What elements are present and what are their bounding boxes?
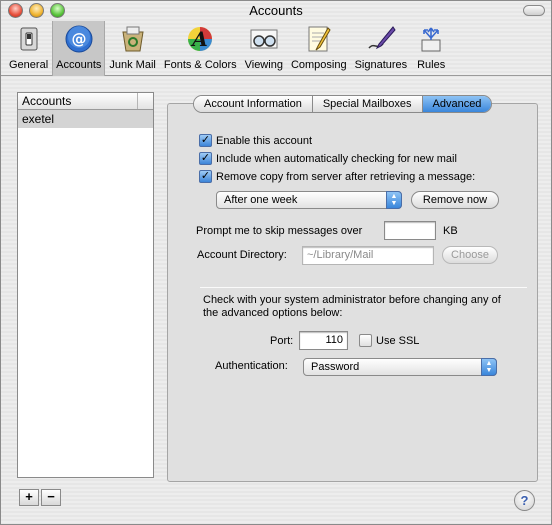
enable-account-checkbox[interactable]: ✓	[199, 134, 212, 147]
remove-now-button[interactable]: Remove now	[411, 191, 499, 209]
svg-text:@: @	[71, 30, 86, 48]
preferences-toolbar: General @ Accounts Junk Mail A Fonts & C…	[1, 21, 551, 76]
enable-account-option[interactable]: ✓ Enable this account	[199, 134, 312, 147]
add-account-button[interactable]: +	[19, 489, 39, 506]
toolbar-junk-mail[interactable]: Junk Mail	[105, 21, 159, 76]
prompt-skip-label: Prompt me to skip messages over	[196, 225, 363, 237]
toolbar-viewing[interactable]: Viewing	[241, 21, 287, 76]
accounts-list[interactable]: Accounts exetel	[17, 92, 154, 478]
remove-account-button[interactable]: −	[41, 489, 61, 506]
toolbar-label: Rules	[417, 59, 446, 71]
admin-warning-text: Check with your system administrator bef…	[203, 294, 501, 319]
title-bar: Accounts	[1, 1, 551, 21]
authentication-popup[interactable]: Password ▲ ▼	[303, 358, 497, 376]
popup-arrows-icon: ▲ ▼	[386, 191, 402, 209]
account-directory-field[interactable]: ~/Library/Mail	[302, 246, 434, 265]
popup-arrows-icon: ▲ ▼	[481, 358, 497, 376]
glasses-icon	[248, 24, 280, 54]
remove-copy-label: Remove copy from server after retrieving…	[216, 170, 476, 183]
toolbar-general[interactable]: General	[5, 21, 52, 76]
port-label: Port:	[270, 335, 294, 347]
column-separator	[137, 93, 153, 109]
include-check-checkbox[interactable]: ✓	[199, 152, 212, 165]
accounts-column-title: Accounts	[22, 94, 72, 108]
remove-after-popup[interactable]: After one week ▲ ▼	[216, 191, 402, 209]
toolbar-signatures[interactable]: Signatures	[351, 21, 412, 76]
switch-icon	[13, 24, 45, 54]
rules-arrows-icon	[415, 24, 447, 54]
use-ssl-checkbox[interactable]	[359, 334, 372, 347]
enable-account-label: Enable this account	[216, 134, 313, 147]
authentication-label: Authentication:	[215, 360, 288, 372]
choose-directory-button[interactable]: Choose	[442, 246, 498, 264]
remove-copy-option[interactable]: ✓ Remove copy from server after retrievi…	[199, 170, 475, 183]
toolbar-label: Junk Mail	[109, 59, 156, 71]
account-directory-label: Account Directory:	[197, 249, 287, 261]
include-check-label: Include when automatically checking for …	[216, 152, 457, 165]
mail-preferences-window: Accounts General @ Accounts Junk Mail A	[0, 0, 552, 525]
remove-after-value: After one week	[224, 194, 298, 206]
use-ssl-option[interactable]: Use SSL	[359, 334, 419, 347]
use-ssl-label: Use SSL	[376, 334, 420, 347]
toolbar-label: Viewing	[244, 59, 283, 71]
toolbar-toggle-button[interactable]	[523, 5, 545, 16]
pencil-paper-icon	[303, 24, 335, 54]
kb-unit-label: KB	[443, 225, 458, 237]
pen-icon	[365, 24, 397, 54]
account-row-exetel[interactable]: exetel	[18, 110, 153, 128]
svg-text:A: A	[190, 27, 208, 51]
account-tabs: Account Information Special Mailboxes Ad…	[193, 95, 493, 113]
toolbar-label: General	[9, 59, 49, 71]
accounts-list-header[interactable]: Accounts	[18, 93, 153, 110]
remove-copy-checkbox[interactable]: ✓	[199, 170, 212, 183]
authentication-value: Password	[311, 361, 360, 373]
at-sign-icon: @	[63, 24, 95, 54]
include-check-option[interactable]: ✓ Include when automatically checking fo…	[199, 152, 457, 165]
section-divider	[200, 287, 527, 288]
toolbar-label: Fonts & Colors	[163, 59, 237, 71]
toolbar-composing[interactable]: Composing	[287, 21, 351, 76]
toolbar-accounts[interactable]: @ Accounts	[52, 21, 106, 76]
tab-advanced[interactable]: Advanced	[422, 96, 492, 112]
tab-account-information[interactable]: Account Information	[194, 96, 313, 112]
toolbar-label: Composing	[290, 59, 347, 71]
tab-special-mailboxes[interactable]: Special Mailboxes	[312, 96, 423, 112]
port-field[interactable]: 110	[299, 331, 348, 350]
toolbar-rules[interactable]: Rules	[411, 21, 451, 76]
letter-a-icon: A	[184, 24, 216, 54]
help-button[interactable]: ?	[514, 490, 535, 511]
toolbar-label: Signatures	[354, 59, 408, 71]
window-title: Accounts	[249, 3, 303, 18]
toolbar-fonts-colors[interactable]: A Fonts & Colors	[160, 21, 241, 76]
recycle-icon	[117, 24, 149, 54]
toolbar-label: Accounts	[56, 59, 102, 71]
prompt-skip-size-field[interactable]	[384, 221, 436, 240]
